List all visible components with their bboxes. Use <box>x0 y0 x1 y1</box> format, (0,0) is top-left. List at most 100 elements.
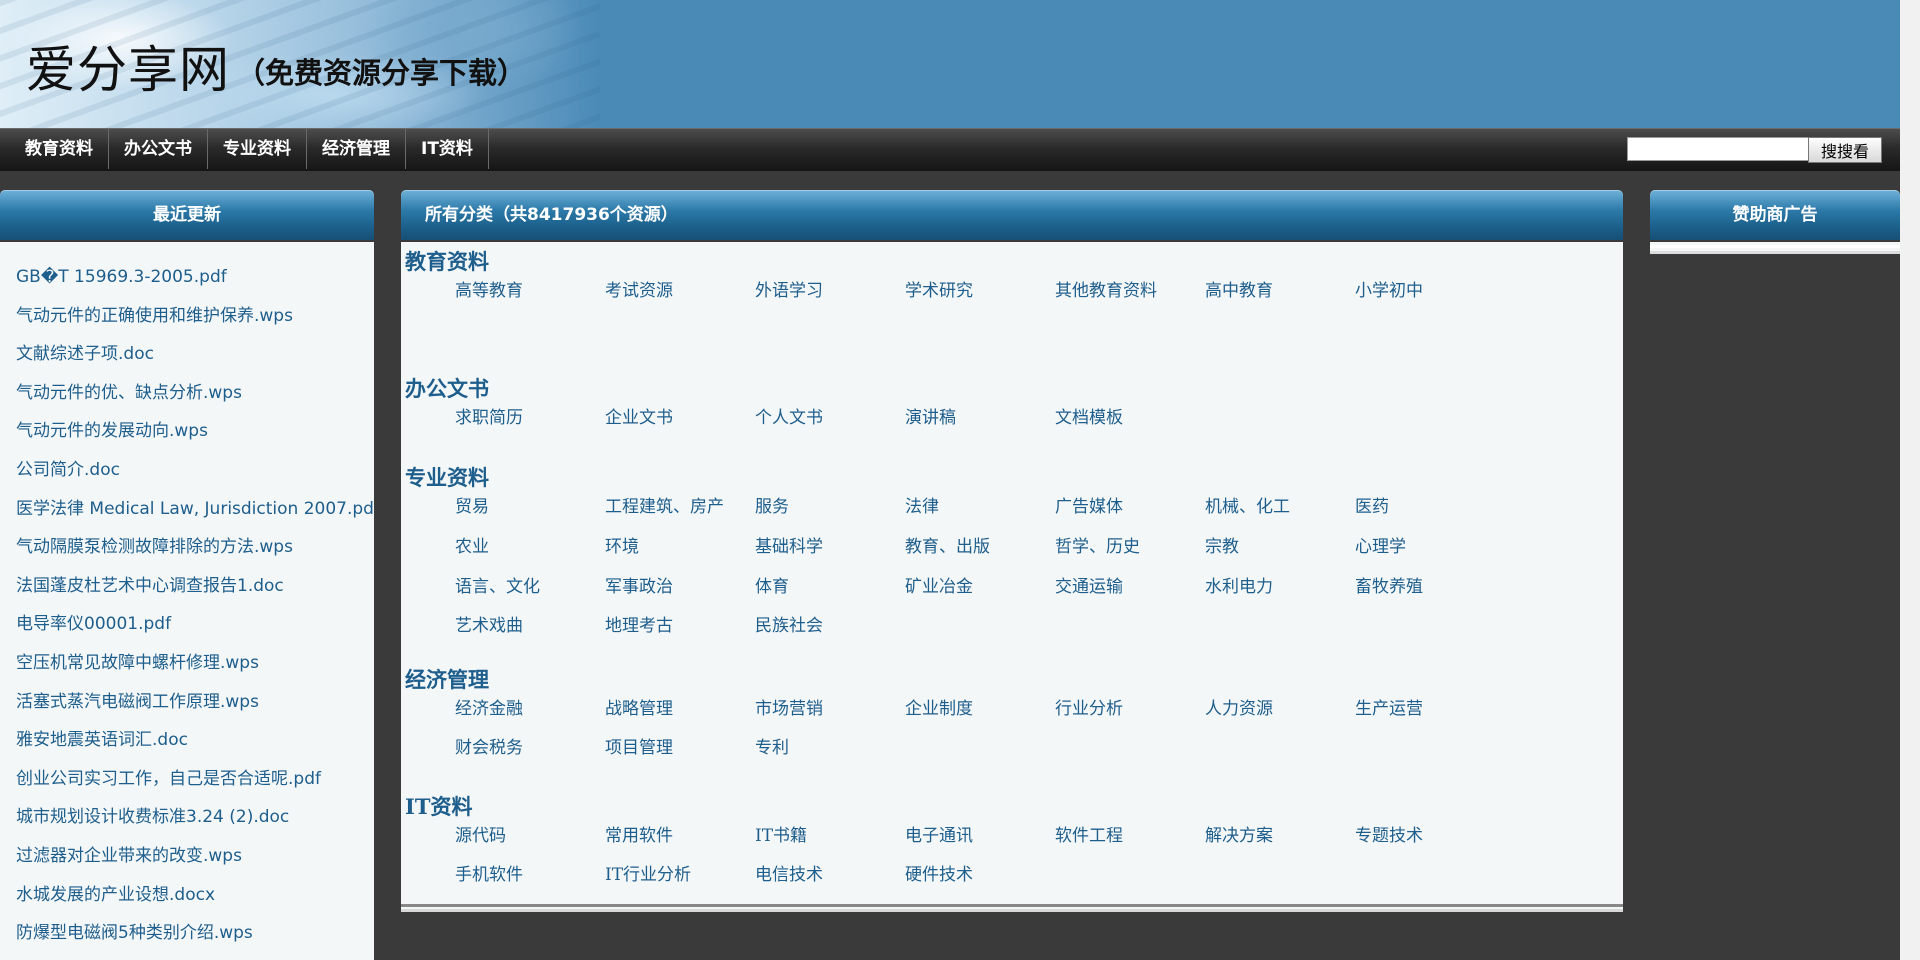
recent-item-link[interactable]: 雅安地震英语词汇.doc <box>16 721 374 760</box>
nav-item-it[interactable]: IT资料 <box>406 129 489 169</box>
nav-item-professional[interactable]: 专业资料 <box>208 129 307 169</box>
category-link[interactable]: 电子通讯 <box>905 821 973 846</box>
category-link[interactable]: 农业 <box>455 532 489 557</box>
recent-item-link[interactable]: 过滤器对企业带来的改变.wps <box>16 837 374 876</box>
category-link[interactable]: IT行业分析 <box>605 860 691 885</box>
category-link[interactable]: 广告媒体 <box>1055 492 1123 517</box>
category-link[interactable]: 个人文书 <box>755 403 823 428</box>
category-link[interactable]: 贸易 <box>455 492 489 517</box>
category-link[interactable]: 宗教 <box>1205 532 1239 557</box>
category-link[interactable]: 法律 <box>905 492 939 517</box>
recent-item-link[interactable]: 文献综述子项.doc <box>16 335 374 374</box>
site-header: 爱分享网 （免费资源分享下载） <box>0 0 1900 128</box>
nav-menu: 教育资料 办公文书 专业资料 经济管理 IT资料 <box>10 129 489 169</box>
recent-item-link[interactable]: 气动元件的正确使用和维护保养.wps <box>16 297 374 336</box>
recent-item-link[interactable]: 法国蓬皮杜艺术中心调查报告1.doc <box>16 567 374 606</box>
category-link[interactable]: IT书籍 <box>755 821 807 846</box>
category-link[interactable]: 工程建筑、房产 <box>605 492 724 517</box>
site-title[interactable]: 爱分享网 <box>26 30 230 102</box>
category-link[interactable]: 水利电力 <box>1205 572 1273 597</box>
category-link[interactable]: 语言、文化 <box>455 572 540 597</box>
category-link[interactable]: 机械、化工 <box>1205 492 1290 517</box>
category-link[interactable]: 软件工程 <box>1055 821 1123 846</box>
category-link[interactable]: 电信技术 <box>755 860 823 885</box>
category-link[interactable]: 外语学习 <box>755 276 823 301</box>
category-title[interactable]: 经济管理 <box>405 664 489 694</box>
category-link[interactable]: 艺术戏曲 <box>455 611 523 636</box>
category-link[interactable]: 行业分析 <box>1055 694 1123 719</box>
recent-item-link[interactable]: 电导率仪00001.pdf <box>16 605 374 644</box>
search-button[interactable]: 搜搜看 <box>1808 137 1882 163</box>
category-link[interactable]: 体育 <box>755 572 789 597</box>
category-link[interactable]: 市场营销 <box>755 694 823 719</box>
category-title[interactable]: 教育资料 <box>405 246 489 276</box>
category-link[interactable]: 演讲稿 <box>905 403 956 428</box>
category-title[interactable]: IT资料 <box>405 791 472 821</box>
category-link[interactable]: 其他教育资料 <box>1055 276 1157 301</box>
category-link[interactable]: 医药 <box>1355 492 1389 517</box>
category-link[interactable]: 高等教育 <box>455 276 523 301</box>
category-link[interactable]: 硬件技术 <box>905 860 973 885</box>
nav-item-office[interactable]: 办公文书 <box>109 129 208 169</box>
recent-updates-header: 最近更新 <box>0 190 374 240</box>
category-link[interactable]: 经济金融 <box>455 694 523 719</box>
category-link[interactable]: 教育、出版 <box>905 532 990 557</box>
recent-item-link[interactable]: 气动隔膜泵检测故障排除的方法.wps <box>16 528 374 567</box>
category-link[interactable]: 常用软件 <box>605 821 673 846</box>
category-link[interactable]: 财会税务 <box>455 733 523 758</box>
category-link[interactable]: 交通运输 <box>1055 572 1123 597</box>
main-nav-bar: 教育资料 办公文书 专业资料 经济管理 IT资料 搜搜看 <box>0 128 1900 171</box>
category-link[interactable]: 学术研究 <box>905 276 973 301</box>
category-link[interactable]: 企业文书 <box>605 403 673 428</box>
category-link[interactable]: 哲学、历史 <box>1055 532 1140 557</box>
nav-item-economics[interactable]: 经济管理 <box>307 129 406 169</box>
category-link[interactable]: 服务 <box>755 492 789 517</box>
category-title[interactable]: 办公文书 <box>405 373 489 403</box>
category-title[interactable]: 专业资料 <box>405 462 489 492</box>
recent-item-link[interactable]: 气动元件的发展动向.wps <box>16 412 374 451</box>
category-link[interactable]: 小学初中 <box>1355 276 1423 301</box>
recent-item-link[interactable]: 空压机常见故障中螺杆修理.wps <box>16 644 374 683</box>
site-subtitle: （免费资源分享下载） <box>236 56 527 90</box>
category-link[interactable]: 军事政治 <box>605 572 673 597</box>
category-link[interactable]: 项目管理 <box>605 733 673 758</box>
category-link[interactable]: 高中教育 <box>1205 276 1273 301</box>
recent-updates-panel: GB�T 15969.3-2005.pdf 气动元件的正确使用和维护保养.wps… <box>0 242 374 960</box>
recent-item-link[interactable]: 医学法律 Medical Law, Jurisdiction 2007.pdf <box>16 490 374 529</box>
recent-item-link[interactable]: 城市规划设计收费标准3.24 (2).doc <box>16 798 374 837</box>
recent-updates-title: 最近更新 <box>153 205 221 225</box>
recent-item-link[interactable]: 创业公司实习工作，自己是否合适呢.pdf <box>16 760 374 799</box>
category-link[interactable]: 人力资源 <box>1205 694 1273 719</box>
recent-updates-list: GB�T 15969.3-2005.pdf 气动元件的正确使用和维护保养.wps… <box>0 242 374 953</box>
category-link[interactable]: 专利 <box>755 733 789 758</box>
category-link[interactable]: 企业制度 <box>905 694 973 719</box>
recent-item-link[interactable]: 活塞式蒸汽电磁阀工作原理.wps <box>16 683 374 722</box>
category-link[interactable]: 源代码 <box>455 821 506 846</box>
recent-item-link[interactable]: 气动元件的优、缺点分析.wps <box>16 374 374 413</box>
recent-item-link[interactable]: 防爆型电磁阀5种类别介绍.wps <box>16 914 374 953</box>
category-link[interactable]: 专题技术 <box>1355 821 1423 846</box>
recent-item-link[interactable]: 水城发展的产业设想.docx <box>16 876 374 915</box>
category-link[interactable]: 基础科学 <box>755 532 823 557</box>
search-input[interactable] <box>1627 137 1815 161</box>
recent-item-link[interactable]: 公司简介.doc <box>16 451 374 490</box>
category-link[interactable]: 文档模板 <box>1055 403 1123 428</box>
category-link[interactable]: 生产运营 <box>1355 694 1423 719</box>
all-categories-title: 所有分类（共8417936个资源） <box>425 205 678 225</box>
category-link[interactable]: 解决方案 <box>1205 821 1273 846</box>
sponsor-ads-title: 赞助商广告 <box>1732 205 1818 225</box>
category-link[interactable]: 环境 <box>605 532 639 557</box>
category-link[interactable]: 矿业冶金 <box>905 572 973 597</box>
category-link[interactable]: 战略管理 <box>605 694 673 719</box>
category-link[interactable]: 畜牧养殖 <box>1355 572 1423 597</box>
category-link[interactable]: 求职简历 <box>455 403 523 428</box>
all-categories-panel: 教育资料 高等教育 考试资源 外语学习 学术研究 其他教育资料 高中教育 小学初… <box>401 242 1623 906</box>
nav-item-education[interactable]: 教育资料 <box>10 129 109 169</box>
category-link[interactable]: 手机软件 <box>455 860 523 885</box>
category-link[interactable]: 地理考古 <box>605 611 673 636</box>
category-link[interactable]: 考试资源 <box>605 276 673 301</box>
recent-item-link[interactable]: GB�T 15969.3-2005.pdf <box>16 258 374 297</box>
category-link[interactable]: 民族社会 <box>755 611 823 636</box>
category-link[interactable]: 心理学 <box>1355 532 1406 557</box>
sponsor-ads-header: 赞助商广告 <box>1650 190 1900 240</box>
